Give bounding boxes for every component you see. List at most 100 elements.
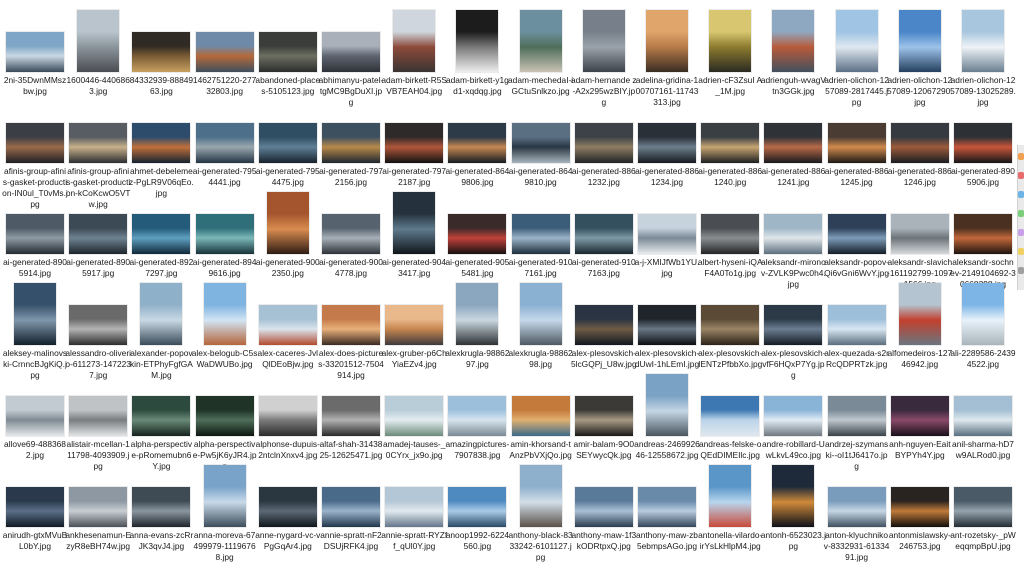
image-thumbnail[interactable] [574, 305, 633, 345]
file-item[interactable]: ai-generated-9043417.jpg [382, 186, 446, 279]
image-thumbnail[interactable] [898, 283, 941, 345]
file-item[interactable]: alexkrugla-9886297.jpg [445, 277, 510, 370]
image-thumbnail[interactable] [646, 374, 688, 436]
image-thumbnail[interactable] [195, 214, 254, 254]
file-item[interactable]: amadej-tauses-_0CYrx_jx9o.jpg [383, 368, 445, 461]
image-thumbnail[interactable] [322, 487, 380, 527]
image-thumbnail[interactable] [701, 305, 760, 345]
image-thumbnail[interactable] [69, 487, 128, 527]
image-thumbnail[interactable] [322, 305, 380, 345]
file-item[interactable]: anna-moreva-67499979-11196768.jpg [194, 459, 256, 563]
image-thumbnail[interactable] [827, 487, 886, 527]
image-thumbnail[interactable] [772, 10, 815, 72]
file-item[interactable]: adrien-olichon-1257089-13025289.jpg [950, 4, 1016, 108]
image-thumbnail[interactable] [701, 396, 760, 436]
image-thumbnail[interactable] [6, 123, 64, 163]
file-item[interactable]: adrienguh-wvagVtn3GGk.jpg [761, 4, 826, 97]
image-thumbnail[interactable] [14, 283, 56, 345]
image-thumbnail[interactable] [519, 10, 562, 72]
file-item[interactable]: ai-generated-8861245.jpg [825, 95, 888, 188]
image-thumbnail[interactable] [511, 214, 570, 254]
image-thumbnail[interactable] [456, 10, 499, 72]
file-item[interactable]: ai-generated-8905914.jpg [3, 186, 67, 279]
file-item[interactable]: adrien-cF3ZsuI A_1M.jpg [698, 4, 762, 97]
image-thumbnail[interactable] [77, 10, 120, 72]
image-thumbnail[interactable] [6, 487, 64, 527]
file-item[interactable]: ai-generated-8649810.jpg [509, 95, 572, 188]
image-thumbnail[interactable] [638, 214, 696, 254]
file-item[interactable]: ant-rozetsky-_pWeqqmpBpU.jpg [950, 459, 1016, 552]
image-thumbnail[interactable] [701, 123, 760, 163]
file-item[interactable]: anthony-black-8333242-6101127.jpg [508, 459, 573, 563]
image-thumbnail[interactable] [322, 214, 380, 254]
file-item[interactable]: alex-plesovskich-vfF6HQxP7Yg.jpg [761, 277, 826, 381]
image-thumbnail[interactable] [764, 305, 823, 345]
image-thumbnail[interactable] [203, 283, 246, 345]
image-thumbnail[interactable] [385, 305, 444, 345]
file-item[interactable]: alex-does-pictures-33201512-7504914.jpg [318, 277, 384, 381]
file-item[interactable]: ahmet-debelemez-PgLR9V06qEo.jpg [129, 95, 194, 199]
file-item[interactable]: aleksey-malinovski-CrnncBJgKiQ.jpg [3, 277, 67, 381]
file-item[interactable]: adam-mechedaI-iGCtuSnlkzo.jpg [508, 4, 573, 97]
file-item[interactable]: amir-balam-9O0SEYwycQk.jpg [573, 368, 635, 461]
file-item[interactable]: amin-khorsand-tAnzPbVXjQo.jpg [509, 368, 572, 461]
image-thumbnail[interactable] [385, 123, 444, 163]
image-thumbnail[interactable] [890, 487, 949, 527]
image-thumbnail[interactable] [266, 192, 309, 254]
file-item[interactable]: annie-spratt-nF2DSUjRFK4.jpg [320, 459, 382, 552]
file-item[interactable]: alistair-mcellan-111798-4093909.jpg [67, 368, 130, 472]
image-thumbnail[interactable] [322, 123, 380, 163]
image-thumbnail[interactable] [69, 214, 128, 254]
file-item[interactable]: anthony-maw-1f3kODRtpxQ.jpg [571, 459, 636, 552]
file-item[interactable]: alexander-popovkin-ETPhyFgfGAM.jpg [130, 277, 193, 381]
file-item[interactable]: ai-generated-8861246.jpg [888, 95, 952, 188]
image-thumbnail[interactable] [701, 214, 760, 254]
image-thumbnail[interactable] [764, 123, 823, 163]
image-thumbnail[interactable] [456, 283, 499, 345]
file-item[interactable]: andrzej-szymanski--oI1tJ6417o.jpg [825, 368, 888, 472]
file-item[interactable]: anil-sharma-hD7w9ALRod0.jpg [952, 368, 1014, 461]
file-item[interactable]: alex-plesovskich-IENTzPfbbXo.jpg [698, 277, 762, 370]
image-thumbnail[interactable] [764, 214, 823, 254]
file-item[interactable]: anne-nygard-vc-vPgGqAr4.jpg [255, 459, 320, 552]
file-item[interactable]: andre-robillard-UwLkvL49co.jpg [762, 368, 825, 461]
image-thumbnail[interactable] [574, 214, 633, 254]
image-thumbnail[interactable] [827, 214, 886, 254]
file-item[interactable]: 84332939-8884963.jpg [130, 4, 193, 97]
image-thumbnail[interactable] [258, 123, 317, 163]
image-thumbnail[interactable] [132, 487, 191, 527]
file-item[interactable]: anton-klyuchnikov-8332931-6133491.jpg [824, 459, 889, 563]
file-item[interactable]: ai-generated-8861240.jpg [698, 95, 762, 188]
image-thumbnail[interactable] [709, 465, 752, 527]
image-thumbnail[interactable] [258, 32, 317, 72]
image-thumbnail[interactable] [890, 123, 949, 163]
image-thumbnail[interactable] [582, 10, 625, 72]
file-item[interactable]: aleksandr-sochnev-2149104692-30668298.jp… [950, 186, 1016, 290]
file-item[interactable]: ai-generated-9002350.jpg [256, 186, 320, 279]
file-item[interactable]: alex-plesovskich-5lcGQPj_U8w.jpg [571, 277, 637, 370]
image-thumbnail[interactable] [709, 10, 752, 72]
file-item[interactable]: adelina-gridina-100707161-11743313.jpg [636, 4, 698, 108]
image-thumbnail[interactable] [195, 32, 254, 72]
image-thumbnail[interactable] [574, 487, 633, 527]
file-item[interactable]: ai-generated-8861234.jpg [635, 95, 699, 188]
file-item[interactable]: altaf-shah-3143825-12625471.jpg [320, 368, 382, 461]
file-item[interactable]: alex-plesovskich-dUwI-1hLEmI.jpg [635, 277, 699, 370]
image-thumbnail[interactable] [132, 396, 191, 436]
image-thumbnail[interactable] [827, 123, 886, 163]
image-thumbnail[interactable] [448, 123, 507, 163]
file-item[interactable]: albert-hyseni-iQAF4A0To1g.jpg [698, 186, 763, 279]
file-item[interactable]: ai-generated-8905906.jpg [951, 95, 1015, 188]
image-thumbnail[interactable] [6, 214, 64, 254]
file-item[interactable]: ai-generated-7972187.jpg [382, 95, 446, 188]
file-item[interactable]: alpha-perspective-pRomemubn6Y.jpg [130, 368, 192, 472]
image-thumbnail[interactable] [638, 305, 696, 345]
file-item[interactable]: adrien-olichon-1257089-12067290.jpg [887, 4, 953, 108]
file-item[interactable]: ai-generated-8861241.jpg [761, 95, 825, 188]
image-thumbnail[interactable] [258, 487, 317, 527]
file-item[interactable]: adam-birkett-R5SVB7EAH04.jpg [381, 4, 447, 97]
file-item[interactable]: abhimanyu-patel-tgMC9BgDuXI.jpg [319, 4, 383, 108]
image-thumbnail[interactable] [322, 396, 380, 436]
file-item[interactable]: allove69-4883682.jpg [4, 368, 66, 461]
image-thumbnail[interactable] [132, 32, 191, 72]
